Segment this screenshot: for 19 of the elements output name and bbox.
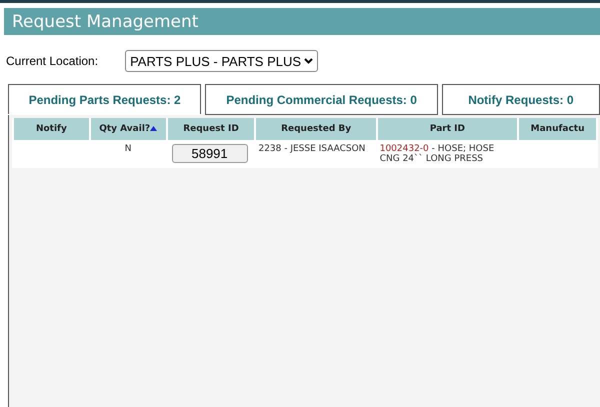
chevron-down-icon — [304, 58, 314, 64]
table-cell-text: 2238 - JESSE ISAACSON — [257, 143, 366, 156]
table-cell-text: N — [124, 143, 133, 156]
sort-up-icon — [150, 126, 158, 131]
column-header[interactable]: Manufactu — [519, 118, 596, 140]
tab[interactable]: Pending Commercial Requests: 0 — [205, 84, 438, 115]
column-header[interactable]: Qty Avail? — [90, 118, 166, 140]
column-header[interactable]: Requested By — [256, 118, 376, 140]
part-link[interactable]: 1002432-0 — [380, 144, 429, 154]
column-header[interactable]: Part ID — [378, 118, 518, 140]
request-id-button[interactable]: 58991 — [172, 144, 248, 163]
page-title: Request Management — [4, 8, 600, 35]
column-header[interactable]: Notify — [14, 118, 89, 140]
location-dropdown[interactable]: PARTS PLUS - PARTS PLUS — [125, 50, 318, 72]
location-label: Current Location: — [6, 54, 98, 68]
tab[interactable]: Pending Parts Requests: 2 — [8, 84, 202, 114]
column-header[interactable]: Request ID — [168, 118, 254, 140]
tab[interactable]: Notify Requests: 0 — [442, 84, 600, 115]
part-id-cell-text: 1002432-0 - HOSE; HOSE CNG 24`` LONG PRESS — [380, 144, 496, 164]
